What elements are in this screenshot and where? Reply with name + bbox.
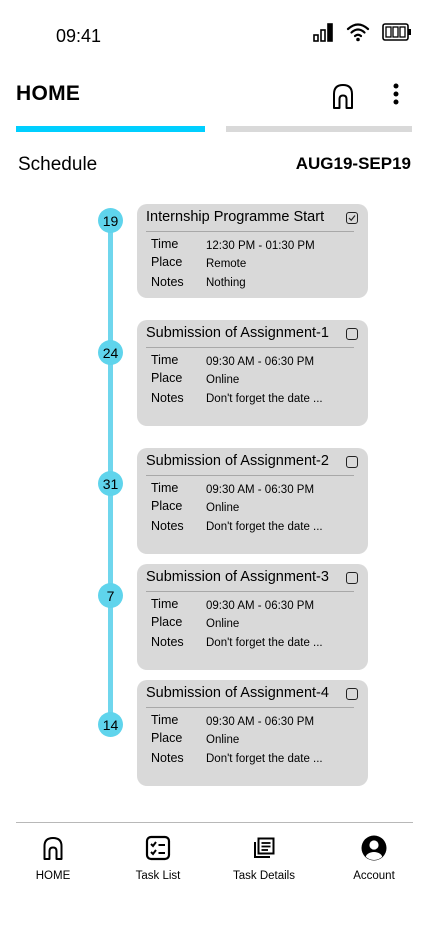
place-label: Place (151, 731, 183, 745)
notes-value: Don't forget the date ... (206, 393, 323, 405)
nav-item-home[interactable]: HOME (8, 832, 98, 888)
notes-value: Don't forget the date ... (206, 753, 323, 765)
notes-label: Notes (151, 275, 184, 289)
time-value: 09:30 AM - 06:30 PM (206, 716, 315, 728)
card-divider (146, 707, 354, 708)
event-checkbox[interactable] (346, 572, 358, 584)
event-card[interactable]: Submission of Assignment-1 Time 09:30 AM… (137, 320, 368, 426)
nav-label: Account (353, 870, 395, 882)
notes-label: Notes (151, 751, 184, 765)
place-value: Online (206, 374, 240, 386)
place-value: Online (206, 502, 240, 514)
time-label: Time (151, 353, 179, 367)
more-options-button[interactable] (384, 82, 408, 110)
place-label: Place (151, 499, 183, 513)
event-checkbox[interactable] (346, 328, 358, 340)
event-checkbox[interactable] (346, 212, 358, 224)
nav-label: Task List (135, 870, 181, 882)
nav-item-task-list[interactable]: Task List (113, 832, 203, 888)
event-title: Submission of Assignment-1 (146, 325, 329, 341)
timeline-date-dot: 7 (98, 583, 123, 608)
notes-label: Notes (151, 391, 184, 405)
card-divider (146, 475, 354, 476)
timeline-date-dot: 31 (98, 471, 123, 496)
battery-icon (382, 22, 412, 42)
place-value: Online (206, 618, 240, 630)
bottom-nav-divider (16, 822, 413, 823)
event-card[interactable]: Submission of Assignment-3 Time 09:30 AM… (137, 564, 368, 670)
place-label: Place (151, 371, 183, 385)
time-label: Time (151, 597, 179, 611)
task-details-icon (219, 832, 309, 864)
notes-value: Don't forget the date ... (206, 637, 323, 649)
header-home-button[interactable] (329, 82, 357, 114)
wifi-icon (346, 22, 370, 42)
notes-label: Notes (151, 635, 184, 649)
date-range: AUG19-SEP19 (295, 154, 411, 173)
place-value: Online (206, 734, 240, 746)
place-label: Place (151, 255, 183, 269)
timeline-date-dot: 24 (98, 340, 123, 365)
time-value: 09:30 AM - 06:30 PM (206, 600, 315, 612)
tab-indicator-active[interactable] (16, 126, 205, 132)
event-checkbox[interactable] (346, 456, 358, 468)
time-value: 09:30 AM - 06:30 PM (206, 356, 315, 368)
checkmark-icon (348, 215, 356, 222)
account-icon (329, 832, 419, 864)
event-title: Submission of Assignment-4 (146, 685, 329, 701)
time-label: Time (151, 713, 179, 727)
status-icons (313, 22, 412, 42)
event-card[interactable]: Internship Programme Start Time 12:30 PM… (137, 204, 368, 298)
event-card[interactable]: Submission of Assignment-2 Time 09:30 AM… (137, 448, 368, 554)
timeline-date-dot: 19 (98, 208, 123, 233)
time-label: Time (151, 237, 179, 251)
notes-value: Don't forget the date ... (206, 521, 323, 533)
notes-label: Notes (151, 519, 184, 533)
page-title: HOME (16, 82, 81, 105)
place-label: Place (151, 615, 183, 629)
event-title: Submission of Assignment-3 (146, 569, 329, 585)
card-divider (146, 347, 354, 348)
signal-icon (313, 22, 334, 42)
status-time: 09:41 (56, 26, 102, 46)
event-checkbox[interactable] (346, 688, 358, 700)
event-title: Internship Programme Start (146, 209, 325, 225)
card-divider (146, 231, 354, 232)
more-vertical-icon (393, 83, 399, 110)
nav-label: HOME (35, 870, 71, 882)
nav-item-account[interactable]: Account (329, 832, 419, 888)
home-icon (8, 832, 98, 864)
home-icon (331, 82, 355, 115)
nav-item-task-details[interactable]: Task Details (219, 832, 309, 888)
timeline-date-dot: 14 (98, 712, 123, 737)
place-value: Remote (206, 258, 247, 270)
event-card[interactable]: Submission of Assignment-4 Time 09:30 AM… (137, 680, 368, 786)
event-title: Submission of Assignment-2 (146, 453, 329, 469)
time-value: 09:30 AM - 06:30 PM (206, 484, 315, 496)
time-label: Time (151, 481, 179, 495)
time-value: 12:30 PM - 01:30 PM (206, 240, 315, 252)
tab-indicator-inactive[interactable] (226, 126, 412, 132)
card-divider (146, 591, 354, 592)
schedule-heading: Schedule (18, 154, 98, 175)
nav-label: Task Details (233, 870, 295, 882)
task-list-icon (113, 832, 203, 864)
notes-value: Nothing (206, 277, 246, 289)
